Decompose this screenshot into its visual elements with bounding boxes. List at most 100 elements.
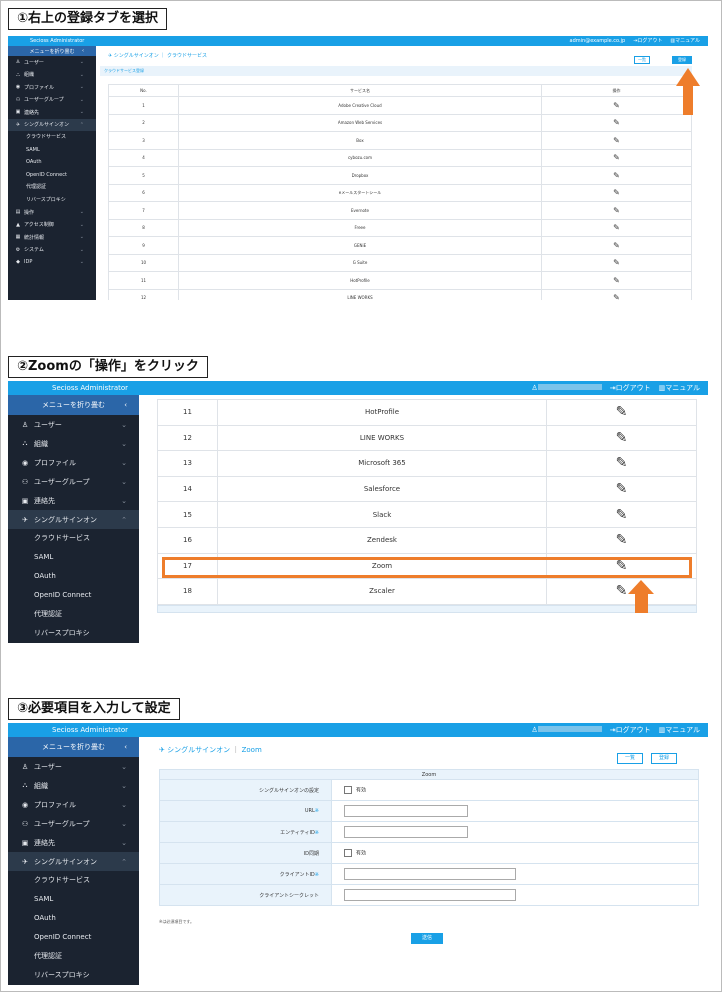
- logout-link[interactable]: ⇥ログアウト: [633, 36, 662, 46]
- edit-icon[interactable]: ✎: [613, 206, 620, 215]
- sidebar-subitem-5[interactable]: リバースプロキシ: [8, 624, 139, 643]
- edit-icon[interactable]: ✎: [613, 188, 620, 197]
- sidebar-extra-item-2[interactable]: ▦ 統計情報 ⌄: [8, 231, 96, 244]
- sidebar-subitem-1[interactable]: SAML: [8, 890, 139, 909]
- sidebar-subitem-3[interactable]: OpenID Connect: [8, 586, 139, 605]
- sidebar-item-0[interactable]: ♙ ユーザー ⌄: [8, 415, 139, 434]
- sidebar-item-3[interactable]: ⚇ ユーザーグループ ⌄: [8, 94, 96, 107]
- list-button[interactable]: 一覧: [617, 753, 643, 764]
- sidebar-item-0[interactable]: ♙ ユーザー ⌄: [8, 757, 139, 776]
- sidebar-item-2[interactable]: ◉ プロファイル ⌄: [8, 795, 139, 814]
- breadcrumb-section[interactable]: シングルサインオン: [167, 746, 230, 754]
- row-action[interactable]: ✎: [541, 218, 692, 237]
- sidebar-extra-item-4[interactable]: ◆ IDP ⌄: [8, 256, 96, 269]
- register-button[interactable]: 登録: [651, 753, 677, 764]
- row-action[interactable]: ✎: [541, 288, 692, 300]
- sidebar-subitem-0[interactable]: クラウドサービス: [8, 871, 139, 890]
- sidebar-item-3[interactable]: ⚇ ユーザーグループ ⌄: [8, 814, 139, 833]
- sidebar-item-4[interactable]: ▣ 連絡先 ⌄: [8, 106, 96, 119]
- sidebar-item-5[interactable]: ✈ シングルサインオン ⌃: [8, 510, 139, 529]
- enable-checkbox[interactable]: [344, 849, 352, 857]
- enable-checkbox[interactable]: [344, 786, 352, 794]
- user-menu[interactable]: ♙: [531, 381, 602, 395]
- row-action[interactable]: ✎: [546, 399, 697, 426]
- edit-icon[interactable]: ✎: [613, 171, 620, 180]
- collapse-menu-button[interactable]: メニューを折り畳む ‹: [8, 46, 96, 56]
- collapse-menu-button[interactable]: メニューを折り畳む ‹: [8, 737, 139, 757]
- text-input[interactable]: [344, 805, 468, 817]
- table-scroll-bar[interactable]: [157, 605, 697, 613]
- list-button[interactable]: 一覧: [634, 56, 650, 64]
- row-action[interactable]: ✎: [541, 271, 692, 290]
- row-action[interactable]: ✎: [546, 501, 697, 528]
- row-action[interactable]: ✎: [541, 201, 692, 220]
- edit-icon[interactable]: ✎: [613, 101, 620, 110]
- sidebar-subitem-1[interactable]: SAML: [8, 548, 139, 567]
- text-input[interactable]: [344, 868, 516, 880]
- manual-link[interactable]: ▥マニュアル: [670, 36, 700, 46]
- edit-icon[interactable]: ✎: [613, 223, 620, 232]
- edit-icon[interactable]: ✎: [613, 241, 620, 250]
- user-email[interactable]: admin@example.co.jp: [570, 36, 626, 46]
- logout-link[interactable]: ⇥ログアウト: [610, 381, 651, 395]
- sidebar-item-2[interactable]: ◉ プロファイル ⌄: [8, 81, 96, 94]
- edit-icon[interactable]: ✎: [616, 532, 628, 548]
- row-action[interactable]: ✎: [546, 424, 697, 452]
- collapse-menu-button[interactable]: メニューを折り畳む ‹: [8, 395, 139, 415]
- row-action[interactable]: ✎: [541, 148, 692, 167]
- logout-link[interactable]: ⇥ログアウト: [610, 723, 651, 737]
- edit-icon[interactable]: ✎: [616, 430, 628, 446]
- row-action[interactable]: ✎: [541, 183, 692, 202]
- sidebar-item-4[interactable]: ▣ 連絡先 ⌄: [8, 491, 139, 510]
- edit-icon[interactable]: ✎: [613, 276, 620, 285]
- edit-icon[interactable]: ✎: [613, 153, 620, 162]
- row-action[interactable]: ✎: [541, 236, 692, 255]
- sidebar-item-2[interactable]: ◉ プロファイル ⌄: [8, 453, 139, 472]
- sidebar-subitem-4[interactable]: 代理認証: [8, 947, 139, 966]
- edit-icon[interactable]: ✎: [616, 455, 628, 471]
- edit-icon[interactable]: ✎: [616, 481, 628, 497]
- user-menu[interactable]: ♙: [531, 723, 602, 737]
- row-action[interactable]: ✎: [541, 96, 692, 115]
- sidebar-extra-item-1[interactable]: ▲ アクセス制御 ⌄: [8, 219, 96, 232]
- row-action[interactable]: ✎: [541, 166, 692, 185]
- sidebar-item-5[interactable]: ✈ シングルサインオン ⌃: [8, 852, 139, 871]
- section-tab[interactable]: クラウドサービス登録: [100, 66, 692, 76]
- row-action[interactable]: ✎: [541, 253, 692, 272]
- submit-button[interactable]: 送信: [411, 933, 443, 944]
- sidebar-subitem-3[interactable]: OpenID Connect: [8, 169, 96, 182]
- sidebar-item-1[interactable]: ⛬ 組織 ⌄: [8, 776, 139, 795]
- sidebar-subitem-5[interactable]: リバースプロキシ: [8, 194, 96, 207]
- row-action[interactable]: ✎: [546, 526, 697, 554]
- row-action[interactable]: ✎: [546, 450, 697, 477]
- sidebar-item-5[interactable]: ✈ シングルサインオン ⌃: [8, 118, 96, 131]
- sidebar-subitem-2[interactable]: OAuth: [8, 567, 139, 586]
- sidebar-extra-item-0[interactable]: ▤ 操作 ⌄: [8, 206, 96, 219]
- text-input[interactable]: [344, 889, 516, 901]
- row-action[interactable]: ✎: [541, 131, 692, 150]
- sidebar-subitem-2[interactable]: OAuth: [8, 909, 139, 928]
- edit-icon[interactable]: ✎: [613, 293, 620, 300]
- sidebar-item-0[interactable]: ♙ ユーザー ⌄: [8, 56, 96, 69]
- sidebar-subitem-3[interactable]: OpenID Connect: [8, 928, 139, 947]
- sidebar-subitem-2[interactable]: OAuth: [8, 156, 96, 169]
- sidebar-extra-item-3[interactable]: ⚙ システム ⌄: [8, 244, 96, 257]
- edit-icon[interactable]: ✎: [613, 258, 620, 267]
- manual-link[interactable]: ▥マニュアル: [659, 381, 700, 395]
- sidebar-subitem-4[interactable]: 代理認証: [8, 181, 96, 194]
- sidebar-item-1[interactable]: ⛬ 組織 ⌄: [8, 69, 96, 82]
- register-button[interactable]: 登録: [672, 56, 692, 64]
- manual-link[interactable]: ▥マニュアル: [659, 723, 700, 737]
- edit-icon[interactable]: ✎: [616, 583, 628, 599]
- edit-icon[interactable]: ✎: [616, 507, 628, 523]
- row-action[interactable]: ✎: [546, 578, 697, 605]
- row-action[interactable]: ✎: [546, 475, 697, 503]
- sidebar-subitem-0[interactable]: クラウドサービス: [8, 131, 96, 144]
- text-input[interactable]: [344, 826, 468, 838]
- sidebar-subitem-1[interactable]: SAML: [8, 144, 96, 157]
- sidebar-item-1[interactable]: ⛬ 組織 ⌄: [8, 434, 139, 453]
- sidebar-item-3[interactable]: ⚇ ユーザーグループ ⌄: [8, 472, 139, 491]
- edit-icon[interactable]: ✎: [613, 136, 620, 145]
- edit-icon[interactable]: ✎: [613, 118, 620, 127]
- sidebar-subitem-5[interactable]: リバースプロキシ: [8, 966, 139, 985]
